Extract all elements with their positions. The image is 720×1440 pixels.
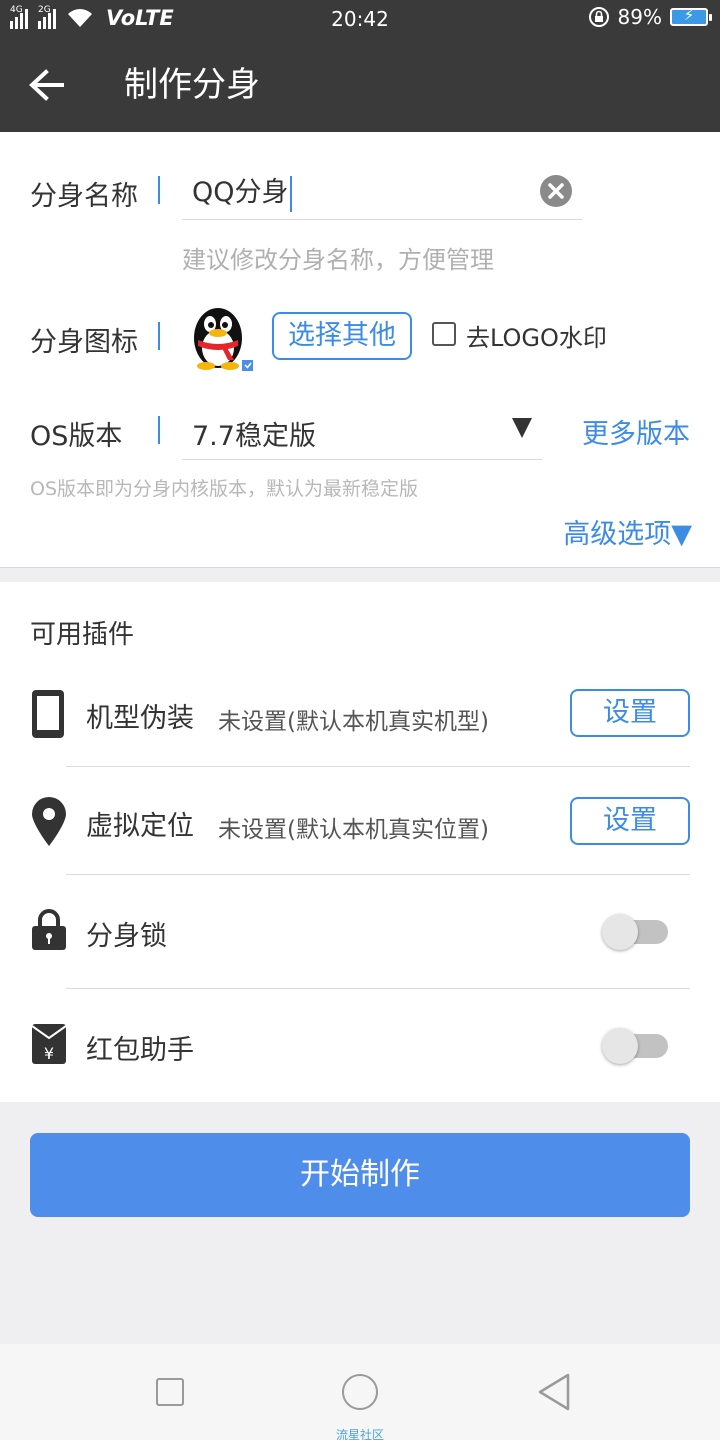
app-bar: 制作分身	[0, 38, 720, 132]
row-divider	[66, 874, 690, 875]
os-version-value: 7.7稳定版	[192, 421, 316, 452]
remove-logo-checkbox[interactable]	[432, 322, 456, 346]
clone-name-input[interactable]: QQ分身	[182, 164, 582, 220]
advanced-options-toggle[interactable]: 高级选项▼	[563, 512, 692, 551]
plugin-row-device-spoof: 机型伪装 未设置(默认本机真实机型) 设置	[0, 686, 720, 750]
remove-logo-label[interactable]: 去LOGO水印	[466, 318, 607, 353]
plugins-section-title: 可用插件	[30, 620, 135, 650]
os-version-select[interactable]: 7.7稳定版	[182, 404, 542, 460]
plugins-card: 可用插件 机型伪装 未设置(默认本机真实机型) 设置 虚拟定位 未设置(默认本机…	[0, 582, 720, 1102]
virtual-location-settings-button[interactable]: 设置	[570, 797, 690, 845]
battery-percent: 89%	[617, 5, 662, 29]
toggle-thumb	[602, 1028, 638, 1064]
red-envelope-icon: ¥	[31, 1024, 67, 1064]
recent-apps-icon[interactable]	[156, 1378, 184, 1406]
toggle-thumb	[602, 914, 638, 950]
arrow-left-icon[interactable]	[26, 64, 68, 106]
clone-settings-card: 分身名称 QQ分身 建议修改分身名称，方便管理 分身图标 选择其他 去LOGO水…	[0, 132, 720, 568]
dropdown-arrow-icon	[512, 418, 532, 438]
svg-text:¥: ¥	[44, 1044, 54, 1063]
plugin-name: 机型伪装	[86, 703, 194, 734]
row-divider	[66, 766, 690, 767]
start-create-button[interactable]: 开始制作	[30, 1133, 690, 1217]
text-caret	[289, 175, 292, 212]
status-right: 89% ⚡	[588, 5, 712, 29]
plugin-status: 未设置(默认本机真实机型)	[218, 709, 489, 735]
clone-name-value: QQ分身	[192, 170, 292, 212]
plugin-row-virtual-location: 虚拟定位 未设置(默认本机真实位置) 设置	[0, 794, 720, 858]
plugin-name: 分身锁	[86, 921, 167, 952]
watermark-text: 流星社区	[335, 1428, 384, 1440]
row-divider	[66, 988, 690, 989]
device-spoof-settings-button[interactable]: 设置	[570, 689, 690, 737]
clone-lock-toggle[interactable]	[602, 914, 668, 950]
name-label-separator	[158, 176, 160, 204]
plugin-status: 未设置(默认本机真实位置)	[218, 817, 489, 843]
name-hint: 建议修改分身名称，方便管理	[182, 246, 494, 274]
red-envelope-toggle[interactable]	[602, 1028, 668, 1064]
os-version-hint: OS版本即为分身内核版本，默认为最新稳定版	[30, 478, 419, 500]
phone-icon	[32, 690, 64, 738]
os-version-label: OS版本	[30, 421, 123, 452]
lock-icon	[32, 909, 66, 950]
plugin-name: 红包助手	[86, 1035, 194, 1066]
os-label-separator	[158, 416, 160, 444]
nav-back-icon[interactable]	[536, 1372, 572, 1412]
qq-penguin-icon	[194, 308, 253, 371]
clear-icon[interactable]	[540, 175, 572, 207]
battery-icon: ⚡	[670, 6, 712, 26]
icon-label: 分身图标	[30, 327, 138, 358]
plugin-name: 虚拟定位	[86, 811, 194, 842]
more-versions-link[interactable]: 更多版本	[582, 412, 690, 451]
plugin-row-clone-lock: 分身锁	[0, 904, 720, 968]
choose-other-icon-button[interactable]: 选择其他	[272, 312, 412, 360]
name-label: 分身名称	[30, 181, 138, 212]
page-title: 制作分身	[124, 65, 260, 105]
location-pin-icon	[32, 797, 66, 846]
status-bar: 4G 2G VoLTE 20:42 89% ⚡	[0, 0, 720, 38]
system-nav-bar: 流星社区	[0, 1344, 720, 1440]
rotation-lock-icon	[588, 7, 609, 27]
icon-label-separator	[158, 322, 160, 350]
home-icon[interactable]	[342, 1374, 378, 1410]
plugin-row-red-envelope: ¥ 红包助手	[0, 1018, 720, 1082]
